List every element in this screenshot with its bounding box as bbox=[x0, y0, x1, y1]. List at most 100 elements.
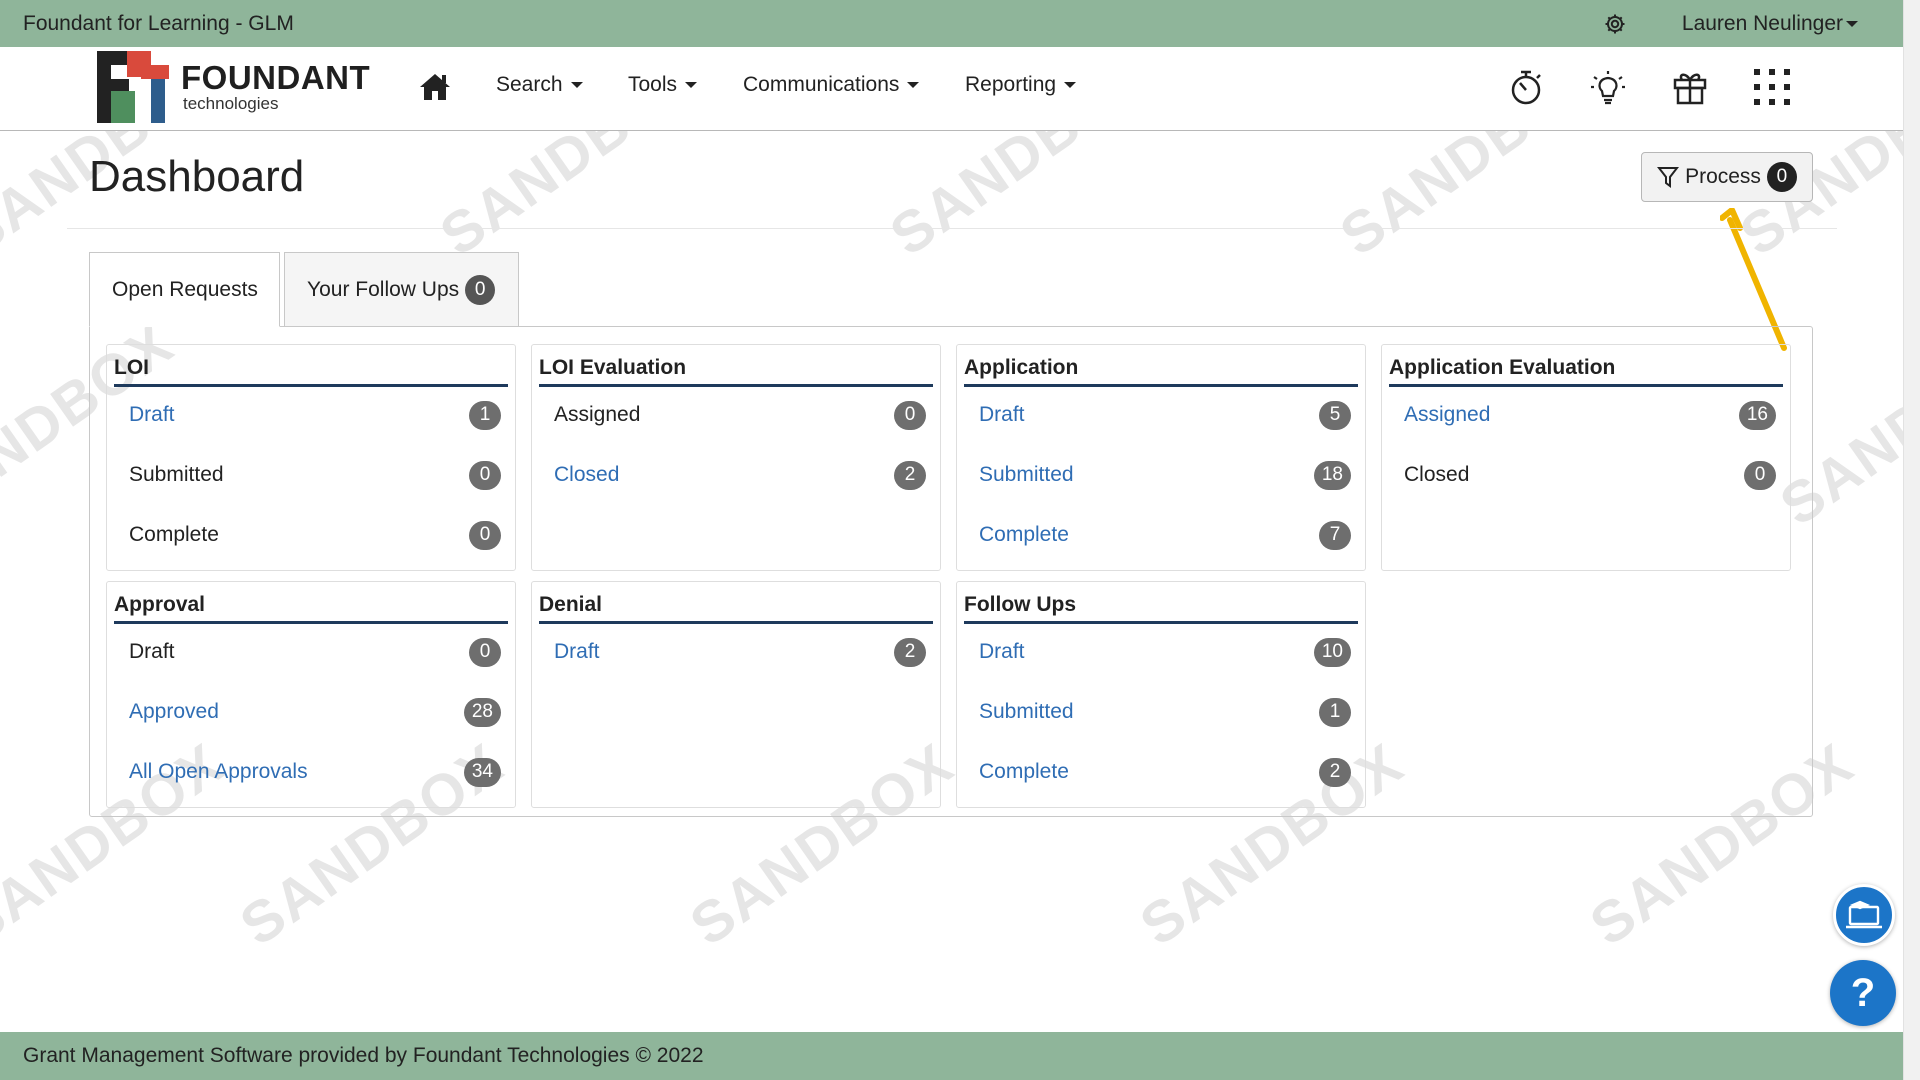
status-label[interactable]: Assigned bbox=[1404, 403, 1490, 427]
main-navbar: FOUNDANT technologies Search Tools Commu… bbox=[0, 47, 1903, 131]
status-label[interactable]: Submitted bbox=[979, 463, 1074, 487]
status-row: Complete 0 bbox=[129, 517, 501, 553]
card-title: Application Evaluation bbox=[1389, 355, 1783, 387]
card-title: LOI Evaluation bbox=[539, 355, 933, 387]
card-approval: Approval Draft 0 Approved 28 All Open Appr… bbox=[106, 581, 516, 808]
status-row[interactable]: Submitted 1 bbox=[979, 694, 1351, 730]
learning-laptop-icon bbox=[1846, 900, 1882, 929]
chevron-down-icon bbox=[570, 82, 583, 89]
card-title: Follow Ups bbox=[964, 592, 1358, 624]
status-row[interactable]: Submitted 18 bbox=[979, 457, 1351, 493]
status-row[interactable]: Closed 2 bbox=[554, 457, 926, 493]
nav-tools-label: Tools bbox=[628, 73, 678, 96]
status-label[interactable]: Draft bbox=[979, 640, 1025, 664]
watermark-text: SANDBOX bbox=[1328, 131, 1616, 269]
count-badge: 0 bbox=[469, 520, 501, 550]
count-badge: 2 bbox=[894, 460, 926, 490]
nav-communications[interactable]: Communications bbox=[743, 73, 920, 97]
count-badge: 0 bbox=[894, 400, 926, 430]
nav-reporting-label: Reporting bbox=[965, 73, 1057, 96]
status-row[interactable]: Draft 1 bbox=[129, 397, 501, 433]
count-badge: 28 bbox=[463, 697, 501, 727]
foundant-logo[interactable]: FOUNDANT technologies bbox=[97, 50, 377, 124]
footer: Grant Management Software provided by Fo… bbox=[0, 1032, 1903, 1080]
card-loi-evaluation: LOI Evaluation Assigned 0 Closed 2 bbox=[531, 344, 941, 571]
status-row: Draft 0 bbox=[129, 634, 501, 670]
card-follow-ups: Follow Ups Draft 10 Submitted 1 Complete 2 bbox=[956, 581, 1366, 808]
card-title: Application bbox=[964, 355, 1358, 387]
status-row[interactable]: Complete 2 bbox=[979, 754, 1351, 790]
chevron-down-icon bbox=[1846, 20, 1858, 27]
gear-icon[interactable] bbox=[1602, 11, 1628, 37]
status-row[interactable]: Complete 7 bbox=[979, 517, 1351, 553]
count-badge: 1 bbox=[1319, 697, 1351, 727]
count-badge: 1 bbox=[469, 400, 501, 430]
status-label[interactable]: Closed bbox=[554, 463, 619, 487]
card-title: Denial bbox=[539, 592, 933, 624]
chevron-down-icon bbox=[685, 82, 698, 89]
help-label: ? bbox=[1850, 970, 1876, 1015]
page-scrollbar[interactable] bbox=[1903, 0, 1920, 1080]
status-row[interactable]: All Open Approvals 34 bbox=[129, 754, 501, 790]
count-badge: 5 bbox=[1319, 400, 1351, 430]
learning-button[interactable] bbox=[1833, 884, 1895, 946]
process-count-badge: 0 bbox=[1766, 162, 1797, 192]
user-name: Lauren Neulinger bbox=[1681, 11, 1843, 35]
watermark-text: SANDBOX bbox=[428, 131, 716, 269]
card-title: LOI bbox=[114, 355, 508, 387]
home-icon[interactable] bbox=[418, 71, 452, 105]
status-label[interactable]: Draft bbox=[554, 640, 600, 664]
page-title: Dashboard bbox=[89, 152, 305, 201]
chevron-down-icon bbox=[907, 82, 920, 89]
status-label[interactable]: All Open Approvals bbox=[129, 760, 308, 784]
count-badge: 2 bbox=[894, 637, 926, 667]
count-badge: 0 bbox=[469, 460, 501, 490]
nav-search-label: Search bbox=[496, 73, 563, 96]
header-divider bbox=[67, 228, 1837, 229]
status-row: Assigned 0 bbox=[554, 397, 926, 433]
tab-your-follow-ups-label: Your Follow Ups bbox=[307, 277, 460, 301]
count-badge: 0 bbox=[1744, 460, 1776, 490]
status-label[interactable]: Approved bbox=[129, 700, 219, 724]
status-label[interactable]: Submitted bbox=[979, 700, 1074, 724]
card-loi: LOI Draft 1 Submitted 0 Complete 0 bbox=[106, 344, 516, 571]
nav-reporting[interactable]: Reporting bbox=[965, 73, 1077, 97]
tab-your-follow-ups[interactable]: Your Follow Ups 0 bbox=[284, 252, 519, 327]
status-row[interactable]: Draft 2 bbox=[554, 634, 926, 670]
status-row[interactable]: Assigned 16 bbox=[1404, 397, 1776, 433]
card-application-evaluation: Application Evaluation Assigned 16 Closed… bbox=[1381, 344, 1791, 571]
status-row[interactable]: Draft 5 bbox=[979, 397, 1351, 433]
nav-search[interactable]: Search bbox=[496, 73, 583, 97]
status-row[interactable]: Draft 10 bbox=[979, 634, 1351, 670]
status-label: Assigned bbox=[554, 403, 641, 426]
logo-mark-icon bbox=[97, 51, 169, 123]
status-label: Closed bbox=[1404, 463, 1470, 486]
watermark-text: SANDBOX bbox=[878, 131, 1166, 269]
count-badge: 18 bbox=[1313, 460, 1351, 490]
nav-tools[interactable]: Tools bbox=[628, 73, 698, 97]
status-label[interactable]: Draft bbox=[129, 403, 175, 427]
follow-ups-count-badge: 0 bbox=[465, 274, 496, 305]
status-label: Submitted bbox=[129, 463, 224, 486]
help-button[interactable]: ? bbox=[1830, 960, 1896, 1026]
user-menu[interactable]: Lauren Neulinger bbox=[1682, 12, 1858, 36]
tab-open-requests-label: Open Requests bbox=[112, 277, 258, 301]
logo-text: FOUNDANT technologies bbox=[181, 61, 370, 113]
count-badge: 7 bbox=[1319, 520, 1351, 550]
count-badge: 2 bbox=[1319, 757, 1351, 787]
gift-icon[interactable] bbox=[1671, 68, 1709, 106]
status-label[interactable]: Complete bbox=[979, 760, 1069, 784]
status-row: Submitted 0 bbox=[129, 457, 501, 493]
apps-grid-icon[interactable] bbox=[1753, 68, 1791, 106]
stopwatch-icon[interactable] bbox=[1507, 68, 1545, 106]
top-bar: Foundant for Learning - GLM Lauren Neuli… bbox=[0, 0, 1903, 47]
tab-open-requests[interactable]: Open Requests bbox=[89, 252, 280, 327]
lightbulb-icon[interactable] bbox=[1589, 68, 1627, 106]
footer-text: Grant Management Software provided by Fo… bbox=[23, 1044, 704, 1067]
status-label: Draft bbox=[129, 640, 175, 663]
filter-icon bbox=[1657, 167, 1680, 188]
status-row[interactable]: Approved 28 bbox=[129, 694, 501, 730]
status-label[interactable]: Complete bbox=[979, 523, 1069, 547]
status-label[interactable]: Draft bbox=[979, 403, 1025, 427]
process-filter-button[interactable]: Process 0 bbox=[1641, 152, 1813, 202]
